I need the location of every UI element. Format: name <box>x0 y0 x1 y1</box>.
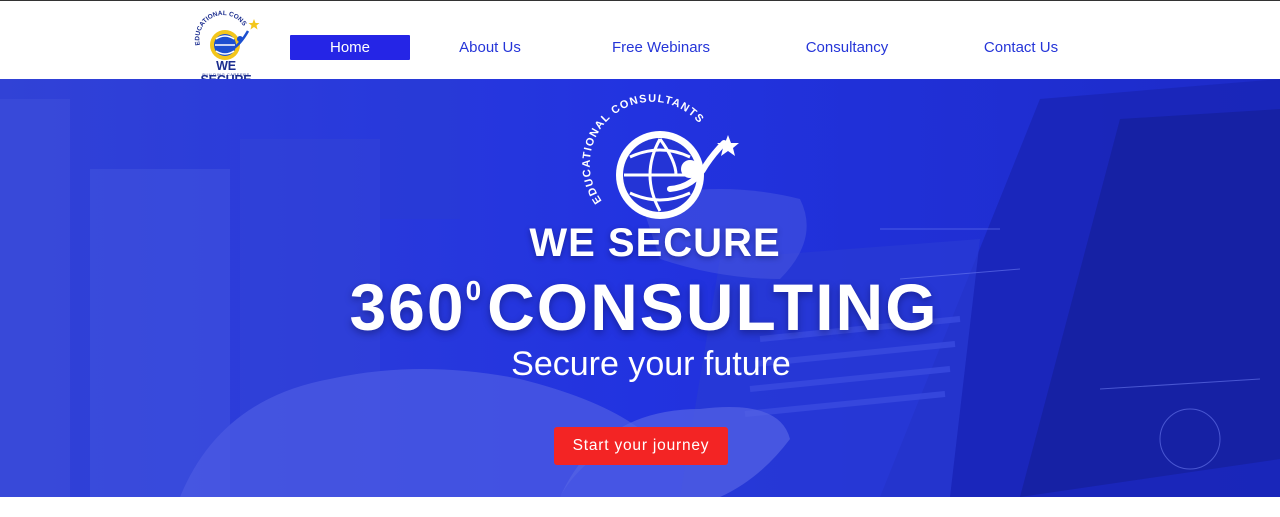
site-header: EDUCATIONAL CONSULTANTS WE SECURE BUILDI… <box>0 0 1280 87</box>
page-content-start <box>0 497 1280 517</box>
hero-title: 3600CONSULTING <box>0 269 1280 345</box>
hero-subtitle: Secure your future <box>511 345 791 383</box>
hero-title-word: CONSULTING <box>487 270 939 344</box>
start-journey-button[interactable]: Start your journey <box>554 427 728 465</box>
nav-item-home[interactable]: Home <box>290 35 410 60</box>
hero-title-degree: 0 <box>465 275 484 306</box>
hero-banner: EDUCATIONAL CONSULTANTS WE SECURE 3600CO… <box>0 79 1280 497</box>
nav-item-free-webinars[interactable]: Free Webinars <box>590 35 732 60</box>
hero-logo-icon: EDUCATIONAL CONSULTANTS <box>581 93 739 219</box>
brand-logo-tagline: BUILDING CAREERS <box>202 72 250 77</box>
hero-brand-heading: WE SECURE <box>529 221 781 265</box>
nav-item-about-us[interactable]: About Us <box>440 35 540 60</box>
nav-item-contact-us[interactable]: Contact Us <box>962 35 1080 60</box>
hero-title-number: 360 <box>349 270 466 344</box>
nav-item-consultancy[interactable]: Consultancy <box>782 35 912 60</box>
